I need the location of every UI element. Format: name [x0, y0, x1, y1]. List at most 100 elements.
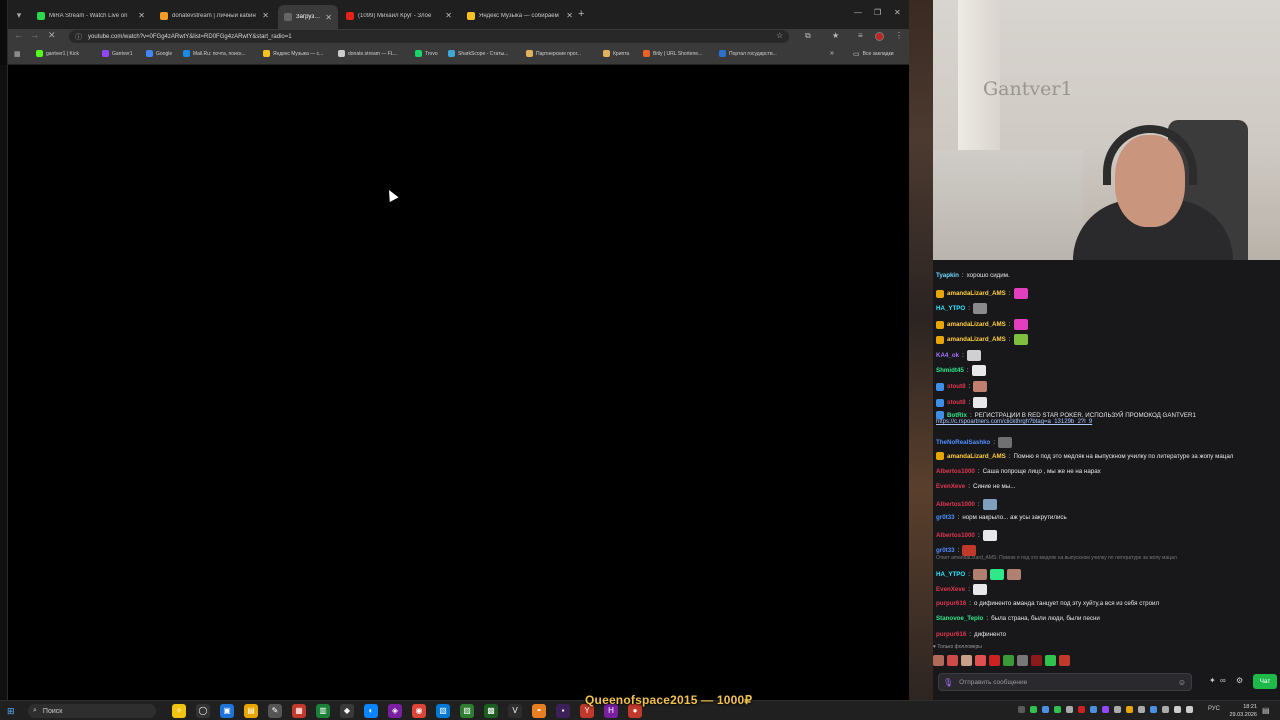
- browser-tab[interactable]: MiRA Stream - Watch Live on ✕: [31, 7, 151, 24]
- favorites-icon[interactable]: ★: [832, 31, 839, 40]
- bookmark-item[interactable]: SharkScope - Статы...: [448, 50, 508, 57]
- tray-icon[interactable]: [1018, 706, 1025, 713]
- tray-icon[interactable]: [1114, 706, 1121, 713]
- forward-icon[interactable]: →: [30, 30, 39, 40]
- chat-username[interactable]: KA4_ok: [936, 352, 959, 359]
- bookmark-star-icon[interactable]: ☆: [776, 31, 783, 40]
- chat-username[interactable]: Tyapkin: [936, 272, 959, 279]
- bookmark-item[interactable]: Trovo: [415, 50, 438, 57]
- volume-icon[interactable]: [1186, 706, 1193, 713]
- bookmarks-overflow-icon[interactable]: »: [830, 50, 834, 57]
- bookmark-item[interactable]: Gantver1: [102, 50, 133, 57]
- browser-tab[interactable]: (1099) Михаил Круг - Злое ✕: [340, 7, 458, 24]
- settings-gear-icon[interactable]: ⚙: [1236, 676, 1243, 685]
- close-window-icon[interactable]: ✕: [894, 8, 901, 17]
- chat-message-input[interactable]: 🎙 Отправить сообщение ☺: [938, 673, 1192, 691]
- site-info-icon[interactable]: ⓘ: [75, 32, 82, 42]
- tray-icon[interactable]: [1162, 706, 1169, 713]
- emote-quick[interactable]: [1031, 655, 1042, 666]
- taskbar-app-icon[interactable]: ▪: [556, 704, 570, 718]
- bookmark-item[interactable]: Крипта: [603, 50, 629, 57]
- bookmark-item[interactable]: Mail.Ru: почта, поиск...: [183, 50, 246, 57]
- tab-close-icon[interactable]: ✕: [138, 11, 145, 20]
- microphone-icon[interactable]: 🎙: [943, 678, 953, 687]
- new-tab-button[interactable]: +: [578, 8, 584, 20]
- chat-username[interactable]: amandaLizard_AMS: [947, 336, 1006, 343]
- emoji-icon[interactable]: ☺: [1178, 678, 1186, 687]
- extensions-puzzle-icon[interactable]: ≡: [858, 31, 863, 40]
- all-bookmarks-folder[interactable]: ▭ Все закладки: [853, 50, 894, 58]
- bookmark-item[interactable]: gantver1 | Kick: [36, 50, 79, 57]
- taskbar-app-icon[interactable]: ▩: [484, 704, 498, 718]
- tray-icon[interactable]: [1090, 706, 1097, 713]
- taskbar-app-icon[interactable]: ◓: [532, 704, 546, 718]
- emote-quick[interactable]: [947, 655, 958, 666]
- bookmark-item[interactable]: Яндекс Музыка — с...: [263, 50, 323, 57]
- chat-username[interactable]: gr0t33: [936, 547, 955, 554]
- emote-quick[interactable]: [1003, 655, 1014, 666]
- stop-loading-icon[interactable]: ✕: [48, 30, 56, 41]
- bookmark-item[interactable]: Партнерские прог...: [526, 50, 581, 57]
- emote-quick[interactable]: [989, 655, 1000, 666]
- emote-quick[interactable]: [1059, 655, 1070, 666]
- extension-icon[interactable]: ⧉: [805, 31, 811, 41]
- emote-quick[interactable]: [975, 655, 986, 666]
- tab-close-icon[interactable]: ✕: [262, 11, 269, 20]
- chat-username[interactable]: Albertos1000: [936, 468, 975, 475]
- chat-username[interactable]: amandaLizard_AMS: [947, 290, 1006, 297]
- tray-icon[interactable]: [1042, 706, 1049, 713]
- tray-icon[interactable]: [1138, 706, 1145, 713]
- windows-start-icon[interactable]: ⊞: [7, 706, 15, 717]
- tray-icon[interactable]: [1054, 706, 1061, 713]
- chat-username[interactable]: EvenXeve: [936, 586, 965, 593]
- emote-quick[interactable]: [1017, 655, 1028, 666]
- bits-icon[interactable]: ✦: [1209, 676, 1216, 685]
- bookmark-item[interactable]: Bitly | URL Shortene...: [643, 50, 702, 57]
- taskbar-app-icon[interactable]: ◈: [388, 704, 402, 718]
- browser-tab[interactable]: Яндекс Музыка — собираем ✕: [461, 7, 579, 24]
- chat-username[interactable]: Albertos1000: [936, 532, 975, 539]
- language-indicator[interactable]: РУС: [1208, 706, 1220, 712]
- chat-username[interactable]: Albertos1000: [936, 501, 975, 508]
- chat-username[interactable]: amandaLizard_AMS: [947, 453, 1006, 460]
- page-viewport-loading[interactable]: [8, 65, 909, 700]
- chat-username[interactable]: BotRix: [947, 412, 967, 419]
- taskbar-app-icon[interactable]: ▥: [316, 704, 330, 718]
- profile-avatar[interactable]: [875, 32, 884, 41]
- apps-grid-icon[interactable]: ▦: [14, 50, 21, 58]
- taskbar-app-icon[interactable]: ◉: [412, 704, 426, 718]
- chat-username[interactable]: EvenXeve: [936, 483, 965, 490]
- notification-icon[interactable]: ▤: [1262, 706, 1270, 715]
- chat-username[interactable]: Stanovoe_Teplo: [936, 615, 983, 622]
- wifi-icon[interactable]: [1174, 706, 1181, 713]
- taskbar-search[interactable]: ⌕ Поиск: [28, 704, 156, 718]
- chat-username[interactable]: HA_YTPO: [936, 571, 965, 578]
- chat-username[interactable]: stout8: [947, 399, 966, 406]
- bookmark-item[interactable]: Портал государств...: [719, 50, 777, 57]
- infinity-icon[interactable]: ∞: [1220, 676, 1226, 685]
- chat-send-button[interactable]: Чат: [1253, 674, 1277, 689]
- tray-icon[interactable]: [1150, 706, 1157, 713]
- taskbar-app-icon[interactable]: ◐: [364, 704, 378, 718]
- browser-tab[interactable]: Загрузка... ✕: [278, 5, 338, 29]
- taskbar-app-icon[interactable]: ▧: [436, 704, 450, 718]
- clock[interactable]: 18:21 29.03.2026: [1225, 703, 1257, 719]
- chat-username[interactable]: Shmidt45: [936, 367, 964, 374]
- taskbar-app-icon[interactable]: V: [508, 704, 522, 718]
- bookmark-item[interactable]: Google: [146, 50, 172, 57]
- tray-icon[interactable]: [1126, 706, 1133, 713]
- emote-quick[interactable]: [933, 655, 944, 666]
- tray-icon[interactable]: [1066, 706, 1073, 713]
- chat-username[interactable]: amandaLizard_AMS: [947, 321, 1006, 328]
- chat-promo-link[interactable]: https://c.rspoartners.com/clickthrgh?bta…: [936, 419, 1092, 425]
- taskbar-app-icon[interactable]: ▤: [244, 704, 258, 718]
- tab-close-icon[interactable]: ✕: [325, 13, 332, 22]
- emote-quick[interactable]: [961, 655, 972, 666]
- tab-close-icon[interactable]: ✕: [445, 11, 452, 20]
- back-icon[interactable]: ←: [14, 30, 23, 40]
- chat-username[interactable]: TheNoRealSashko: [936, 439, 990, 446]
- chat-username[interactable]: stout8: [947, 383, 966, 390]
- taskbar-app-icon[interactable]: ◆: [340, 704, 354, 718]
- address-bar[interactable]: ⓘ youtube.com/watch?v=0FGg4zARwtY&list=R…: [69, 30, 789, 43]
- taskbar-app-icon[interactable]: ✧: [172, 704, 186, 718]
